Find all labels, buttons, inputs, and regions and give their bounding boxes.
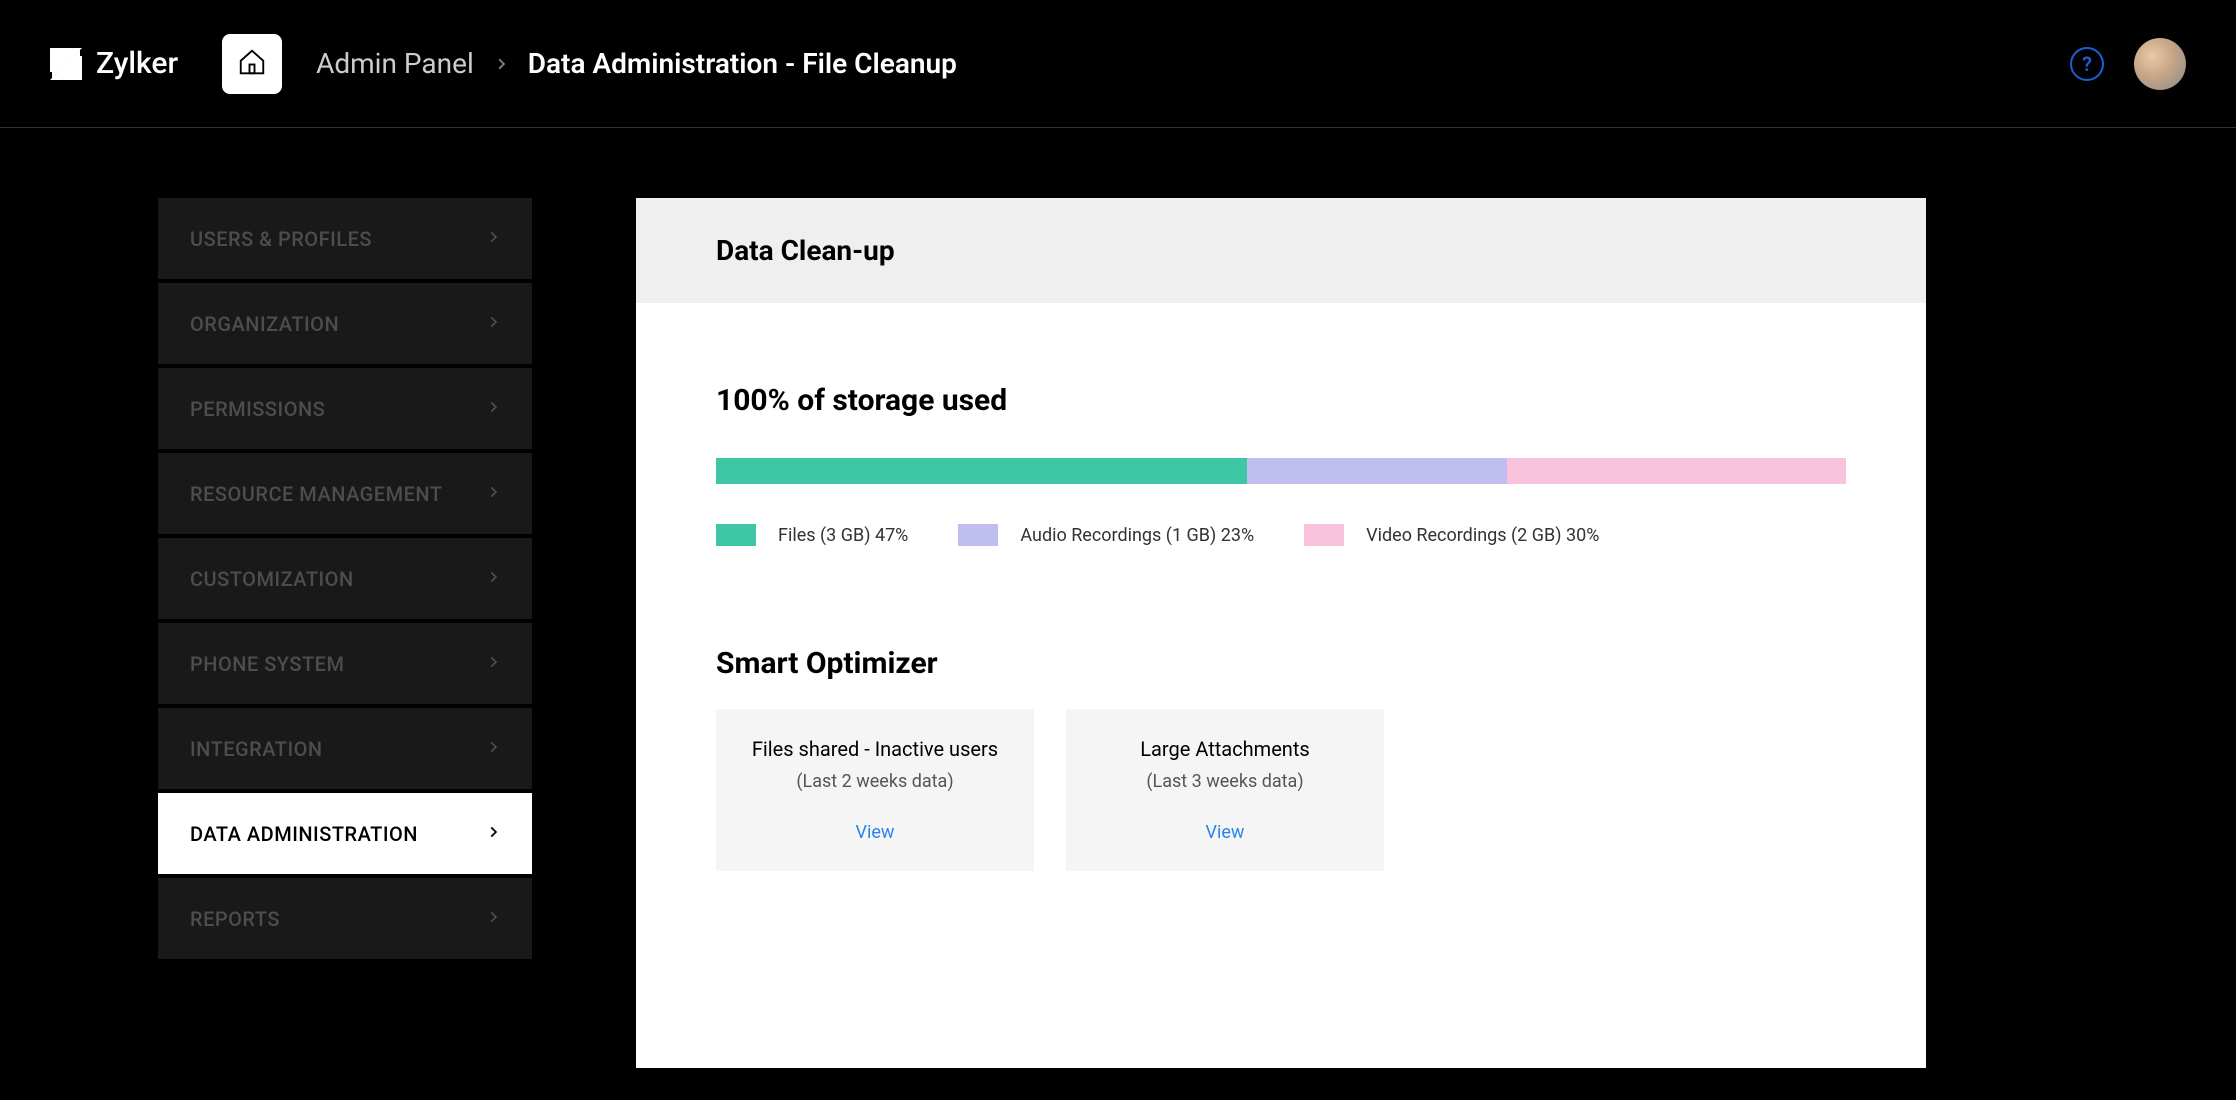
home-button[interactable] — [222, 34, 282, 94]
chevron-right-icon — [486, 227, 500, 251]
sidebar-item-label: ORGANIZATION — [190, 312, 339, 336]
chevron-right-icon — [486, 822, 500, 846]
sidebar-item-reports[interactable]: REPORTS — [158, 878, 532, 959]
chevron-right-icon — [486, 482, 500, 506]
sidebar-item-permissions[interactable]: PERMISSIONS — [158, 368, 532, 449]
chevron-right-icon — [486, 312, 500, 336]
optimizer-card-large-attachments: Large Attachments (Last 3 weeks data) Vi… — [1066, 709, 1384, 871]
home-icon — [237, 47, 267, 81]
card-subtitle: (Last 2 weeks data) — [736, 771, 1014, 792]
optimizer-card-inactive-users: Files shared - Inactive users (Last 2 we… — [716, 709, 1034, 871]
chevron-right-icon — [494, 52, 508, 76]
card-view-link[interactable]: View — [736, 822, 1014, 843]
storage-heading: 100% of storage used — [716, 383, 1846, 418]
sidebar-item-label: PERMISSIONS — [190, 397, 325, 421]
chevron-right-icon — [486, 737, 500, 761]
storage-legend: Files (3 GB) 47% Audio Recordings (1 GB)… — [716, 524, 1846, 546]
breadcrumb-current: Data Administration - File Cleanup — [528, 47, 957, 80]
breadcrumb-root[interactable]: Admin Panel — [316, 47, 474, 80]
header: Zylker Admin Panel Data Administration -… — [0, 0, 2236, 128]
sidebar-item-label: PHONE SYSTEM — [190, 652, 344, 676]
main-panel: Data Clean-up 100% of storage used Files… — [636, 198, 1926, 1068]
legend-item-files: Files (3 GB) 47% — [716, 524, 908, 546]
card-subtitle: (Last 3 weeks data) — [1086, 771, 1364, 792]
sidebar-item-users-profiles[interactable]: USERS & PROFILES — [158, 198, 532, 279]
brand: Zylker — [50, 46, 178, 81]
sidebar-item-phone-system[interactable]: PHONE SYSTEM — [158, 623, 532, 704]
chevron-right-icon — [486, 567, 500, 591]
panel-header: Data Clean-up — [636, 198, 1926, 303]
sidebar-item-data-administration[interactable]: DATA ADMINISTRATION — [158, 793, 532, 874]
help-icon[interactable]: ? — [2070, 47, 2104, 81]
storage-segment-video — [1507, 458, 1846, 484]
chevron-right-icon — [486, 397, 500, 421]
breadcrumb: Admin Panel Data Administration - File C… — [316, 47, 957, 80]
brand-logo-icon — [50, 48, 82, 80]
card-title: Files shared - Inactive users — [736, 737, 1014, 761]
optimizer-heading: Smart Optimizer — [716, 646, 1846, 681]
legend-label: Video Recordings (2 GB) 30% — [1366, 525, 1599, 546]
sidebar-item-label: USERS & PROFILES — [190, 227, 372, 251]
sidebar-item-label: RESOURCE MANAGEMENT — [190, 482, 443, 506]
content: USERS & PROFILES ORGANIZATION PERMISSION… — [0, 128, 2236, 1068]
header-right: ? — [2070, 38, 2186, 90]
chevron-right-icon — [486, 907, 500, 931]
sidebar: USERS & PROFILES ORGANIZATION PERMISSION… — [158, 198, 532, 1068]
chevron-right-icon — [486, 652, 500, 676]
legend-label: Files (3 GB) 47% — [778, 525, 908, 546]
sidebar-item-integration[interactable]: INTEGRATION — [158, 708, 532, 789]
card-title: Large Attachments — [1086, 737, 1364, 761]
avatar[interactable] — [2134, 38, 2186, 90]
sidebar-item-customization[interactable]: CUSTOMIZATION — [158, 538, 532, 619]
legend-swatch-icon — [958, 524, 998, 546]
legend-item-audio: Audio Recordings (1 GB) 23% — [958, 524, 1254, 546]
sidebar-item-label: CUSTOMIZATION — [190, 567, 354, 591]
sidebar-item-label: DATA ADMINISTRATION — [190, 822, 418, 846]
sidebar-item-label: INTEGRATION — [190, 737, 323, 761]
brand-name: Zylker — [96, 46, 178, 81]
legend-label: Audio Recordings (1 GB) 23% — [1020, 525, 1254, 546]
legend-swatch-icon — [716, 524, 756, 546]
storage-bar — [716, 458, 1846, 484]
legend-swatch-icon — [1304, 524, 1344, 546]
panel-title: Data Clean-up — [716, 234, 1846, 267]
sidebar-item-organization[interactable]: ORGANIZATION — [158, 283, 532, 364]
storage-segment-audio — [1247, 458, 1507, 484]
panel-body: 100% of storage used Files (3 GB) 47% Au… — [636, 303, 1926, 911]
optimizer-cards: Files shared - Inactive users (Last 2 we… — [716, 709, 1846, 871]
legend-item-video: Video Recordings (2 GB) 30% — [1304, 524, 1599, 546]
sidebar-item-resource-management[interactable]: RESOURCE MANAGEMENT — [158, 453, 532, 534]
sidebar-item-label: REPORTS — [190, 907, 280, 931]
storage-segment-files — [716, 458, 1247, 484]
card-view-link[interactable]: View — [1086, 822, 1364, 843]
